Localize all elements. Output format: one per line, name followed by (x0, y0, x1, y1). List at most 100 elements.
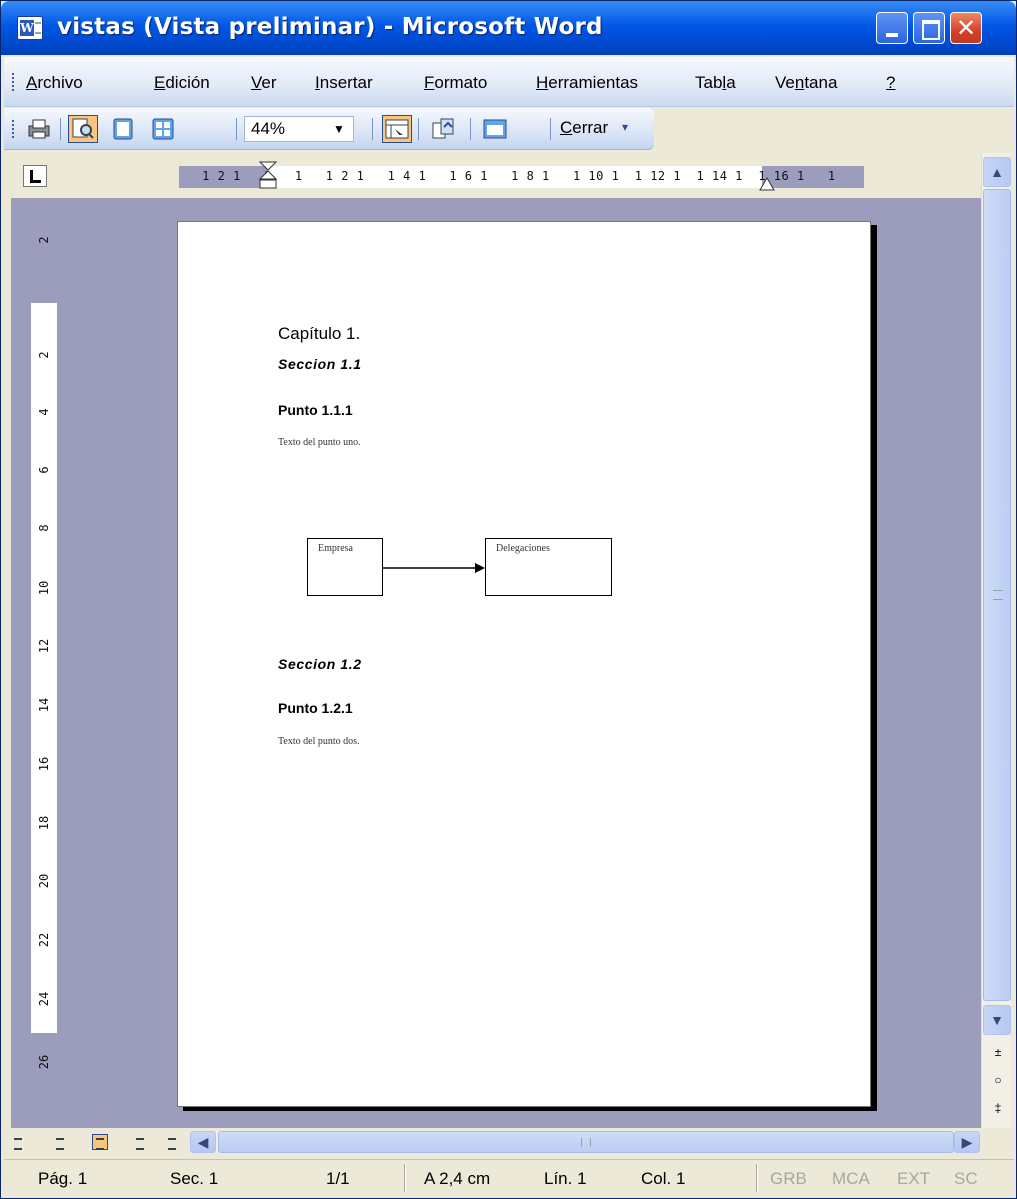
grip-icon (581, 1138, 591, 1147)
print-icon[interactable] (24, 115, 54, 143)
toolbar-separator (236, 118, 237, 140)
left-indent-marker-icon[interactable] (259, 161, 277, 197)
vertical-ruler[interactable]: 2 2 4 6 8 10 12 14 16 18 20 22 24 26 (31, 223, 57, 1101)
menu-help[interactable]: ? (886, 73, 895, 93)
status-record-macro[interactable]: GRB (770, 1169, 807, 1189)
scroll-down-button[interactable]: ▼ (983, 1005, 1011, 1035)
toolbar-separator (60, 118, 61, 140)
box-label: Delegaciones (496, 543, 550, 554)
next-page-icon[interactable]: ‡ (992, 1101, 1004, 1115)
document-page[interactable]: Capítulo 1. Seccion 1.1 Punto 1.1.1 Text… (177, 221, 871, 1107)
point-heading: Punto 1.1.1 (278, 402, 353, 418)
vruler-tick: 20 (37, 873, 51, 889)
section-heading: Seccion 1.1 (278, 356, 362, 372)
reading-layout-view-icon[interactable] (164, 1134, 180, 1150)
vruler-tick: 6 (37, 466, 51, 474)
vruler-tick: 10 (37, 580, 51, 596)
horizontal-scroll-thumb[interactable] (218, 1131, 954, 1153)
menu-ver[interactable]: Ver (251, 73, 277, 93)
select-browse-object-icon[interactable]: ○ (992, 1073, 1004, 1087)
vruler-tick: 2 (37, 351, 51, 359)
status-separator (756, 1164, 758, 1192)
vruler-tick: 14 (37, 697, 51, 713)
menu-bar: Archivo Edición Ver Insertar Formato Her… (4, 57, 1014, 107)
one-page-icon[interactable] (108, 115, 138, 143)
scroll-left-button[interactable]: ◀ (190, 1131, 216, 1153)
vruler-tick: 8 (37, 524, 51, 532)
body-text: Texto del punto uno. (278, 437, 361, 448)
web-layout-view-icon[interactable] (52, 1134, 68, 1150)
menu-grip-handle[interactable] (12, 73, 16, 91)
close-icon: ✕ (955, 14, 977, 42)
diagram-box-delegaciones[interactable]: Delegaciones (485, 538, 612, 596)
horizontal-scrollbar[interactable]: ◀ ▶ (190, 1131, 980, 1153)
status-page-count: 1/1 (326, 1169, 350, 1188)
vruler-tick: 22 (37, 932, 51, 948)
window-title: vistas (Vista preliminar) - Microsoft Wo… (57, 14, 603, 40)
status-position: A 2,4 cm (424, 1169, 491, 1188)
close-window-button[interactable]: ✕ (950, 12, 982, 44)
vertical-scrollbar[interactable]: ▲ ▼ ± ○ ‡ (981, 153, 1011, 1128)
vruler-tick: 24 (37, 991, 51, 1007)
toolbar-separator (470, 118, 471, 140)
vruler-tick: 2 (37, 236, 51, 244)
title-bar[interactable]: W vistas (Vista preliminar) - Microsoft … (1, 1, 1016, 55)
shrink-to-fit-icon[interactable] (428, 115, 458, 143)
magnifier-icon[interactable] (68, 115, 98, 143)
toolbar-options-icon[interactable]: ▾ (622, 120, 636, 138)
normal-view-icon[interactable] (10, 1134, 26, 1150)
status-section: Sec. 1 (170, 1169, 219, 1188)
toolbar-separator (550, 118, 551, 140)
chevron-down-icon[interactable]: ▼ (329, 119, 349, 139)
outline-view-icon[interactable] (132, 1134, 148, 1150)
word-app-icon[interactable]: W (17, 16, 43, 40)
status-column: Col. 1 (641, 1169, 686, 1188)
diagram-arrow[interactable] (383, 560, 485, 576)
scroll-right-button[interactable]: ▶ (954, 1131, 980, 1153)
menu-herramientas[interactable]: Herramientas (536, 73, 638, 93)
right-indent-marker-icon[interactable] (759, 177, 775, 191)
vruler-tick: 18 (37, 815, 51, 831)
multiple-pages-icon[interactable] (148, 115, 178, 143)
menu-edicion[interactable]: Edición (154, 73, 210, 93)
vruler-tick: 16 (37, 756, 51, 772)
maximize-button[interactable] (913, 12, 945, 44)
print-preview-toolbar: 44% ▼ Cerrar ▾ (4, 108, 1014, 150)
status-page: Pág. 1 (38, 1169, 88, 1188)
vruler-tick: 12 (37, 638, 51, 654)
toolbar-body: 44% ▼ Cerrar ▾ (4, 108, 654, 150)
chapter-heading: Capítulo 1. (278, 324, 361, 343)
point-heading: Punto 1.2.1 (278, 700, 353, 716)
menu-formato[interactable]: Formato (424, 73, 487, 93)
close-preview-button[interactable]: Cerrar (560, 118, 608, 138)
menu-tabla[interactable]: Tabla (695, 73, 736, 93)
minimize-button[interactable] (876, 12, 908, 44)
section-heading: Seccion 1.2 (278, 656, 362, 672)
full-screen-icon[interactable] (480, 115, 510, 143)
status-bar: Pág. 1 Sec. 1 1/1 A 2,4 cm Lín. 1 Col. 1… (4, 1159, 1014, 1195)
print-layout-view-icon[interactable] (92, 1134, 108, 1150)
status-track-changes[interactable]: MCA (832, 1169, 870, 1189)
word-window: W vistas (Vista preliminar) - Microsoft … (0, 0, 1017, 1199)
tab-selector-icon[interactable] (23, 165, 47, 187)
zoom-value: 44% (251, 119, 286, 138)
status-separator (404, 1164, 406, 1192)
toolbar-separator (372, 118, 373, 140)
body-text: Texto del punto dos. (278, 736, 360, 747)
grip-icon (993, 590, 1003, 600)
toolbar-grip-handle[interactable] (12, 120, 16, 138)
zoom-select[interactable]: 44% ▼ (244, 116, 354, 142)
diagram-box-empresa[interactable]: Empresa (307, 538, 383, 596)
status-extend[interactable]: EXT (897, 1169, 930, 1189)
vruler-tick: 26 (37, 1054, 51, 1070)
vertical-scroll-thumb[interactable] (983, 189, 1011, 1001)
menu-insertar[interactable]: Insertar (315, 73, 373, 93)
scroll-up-button[interactable]: ▲ (983, 157, 1011, 187)
previous-page-icon[interactable]: ± (992, 1045, 1004, 1059)
toolbar-separator (418, 118, 419, 140)
status-overtype[interactable]: SC (954, 1169, 978, 1189)
status-line: Lín. 1 (544, 1169, 587, 1188)
menu-archivo[interactable]: Archivo (26, 73, 83, 93)
view-ruler-icon[interactable] (382, 115, 412, 143)
menu-ventana[interactable]: Ventana (775, 73, 837, 93)
